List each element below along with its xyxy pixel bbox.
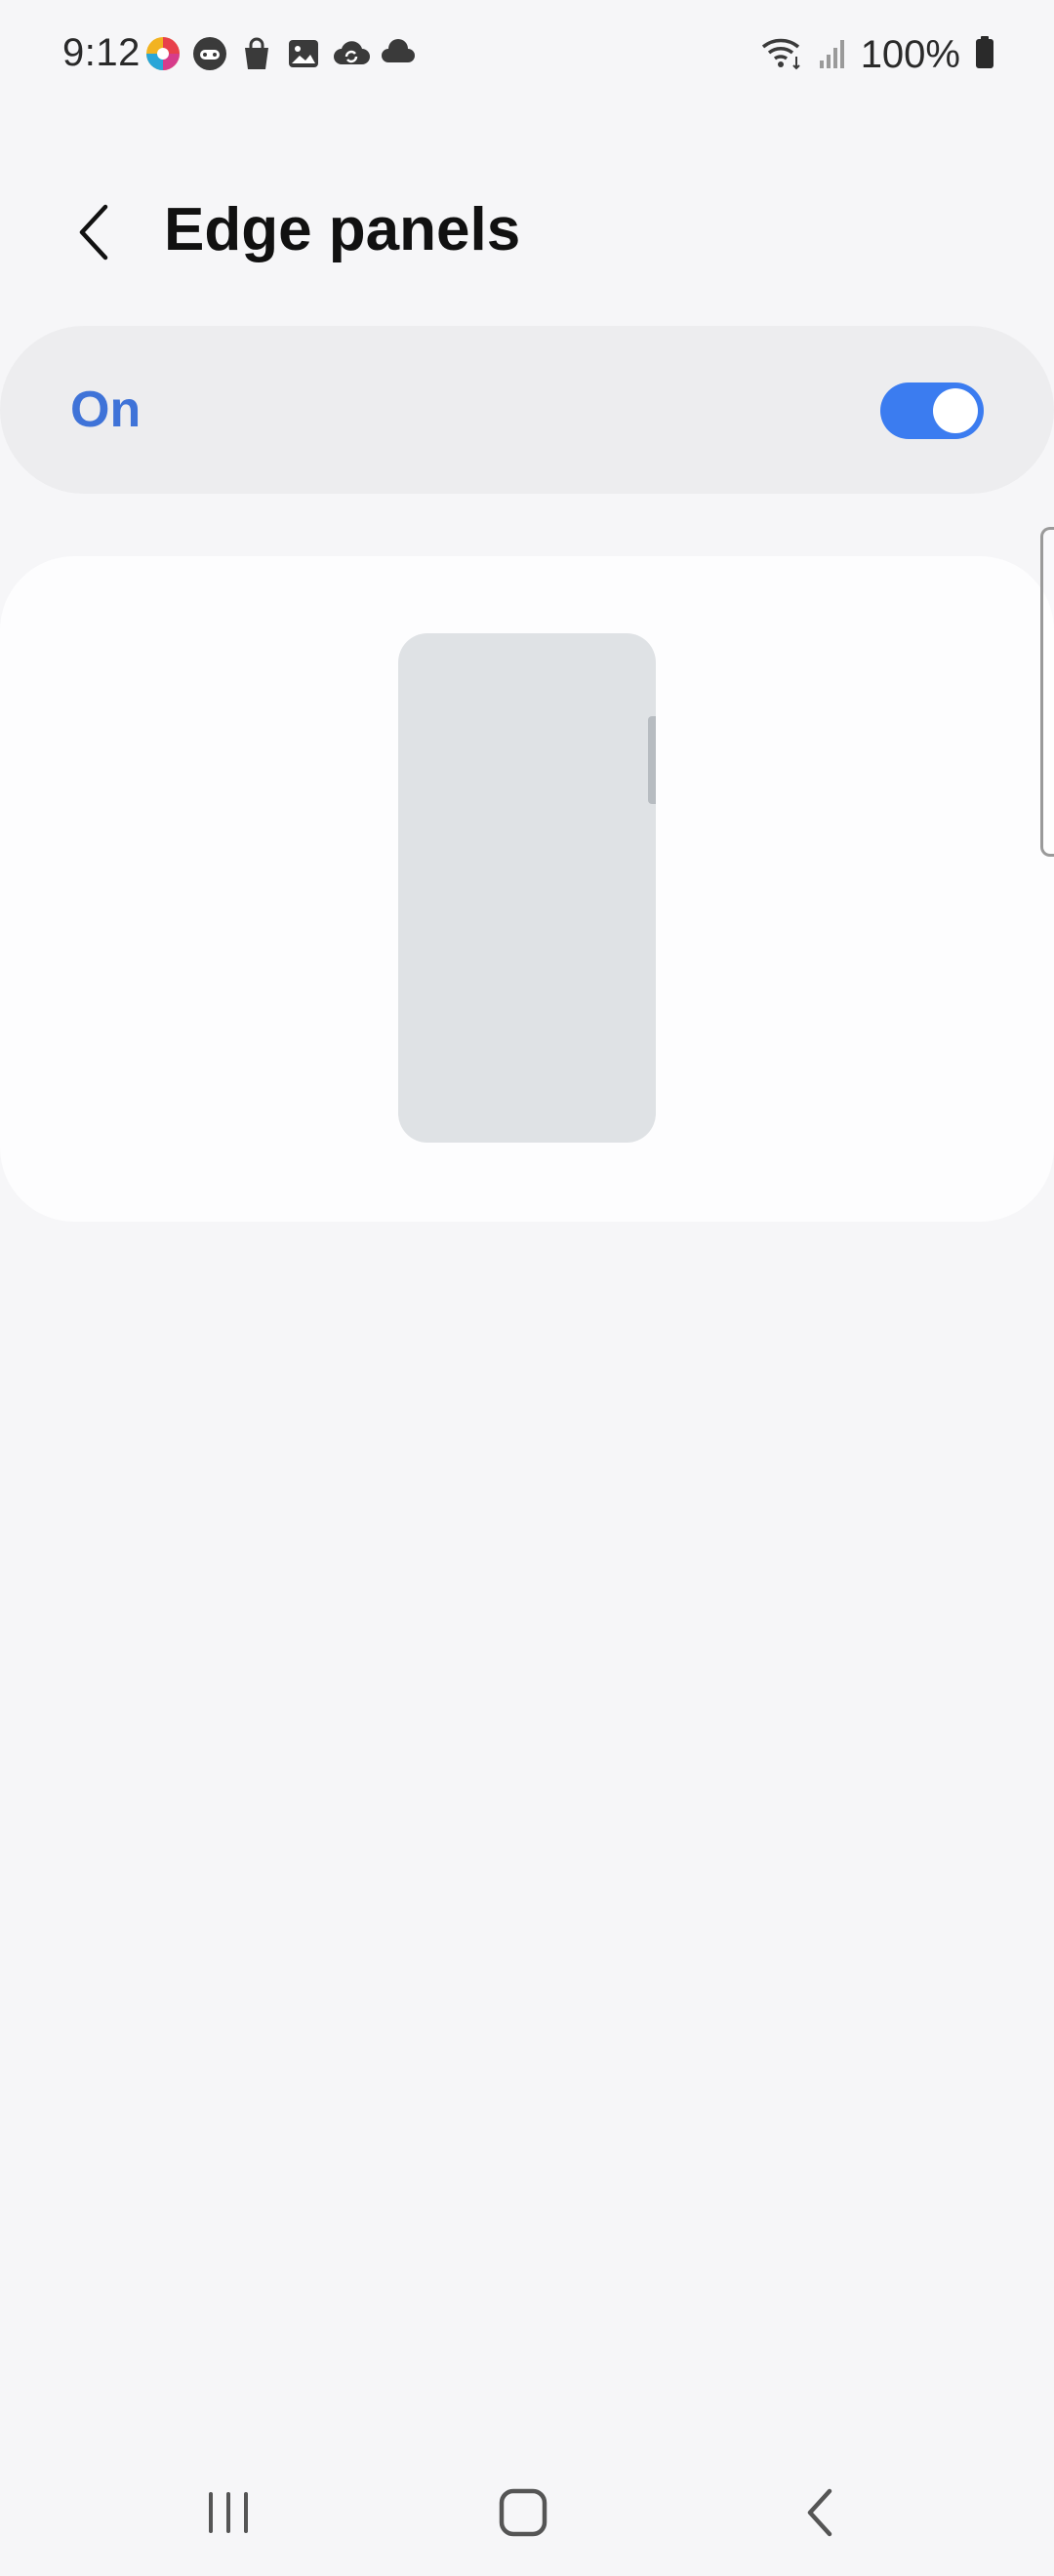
game-launcher-icon [191, 35, 228, 72]
back-icon [807, 2488, 832, 2537]
cloud-icon [379, 35, 416, 72]
edge-panels-toggle[interactable] [880, 382, 984, 439]
phone-preview-illustration [398, 633, 656, 1143]
toggle-knob [933, 388, 978, 433]
switch-label: On [70, 382, 142, 438]
recents-icon [209, 2492, 248, 2533]
status-time: 9:12 [62, 31, 141, 74]
notification-icons [144, 35, 416, 72]
preview-card [0, 556, 1054, 1222]
wifi-icon [761, 33, 804, 77]
battery-percent: 100% [860, 33, 960, 76]
edge-panel-handle[interactable] [1040, 527, 1054, 857]
navigation-bar [0, 2439, 1054, 2576]
home-button[interactable] [484, 2478, 562, 2547]
app-header: Edge panels [0, 166, 1054, 302]
cloud-sync-icon [332, 35, 370, 72]
home-icon [499, 2488, 547, 2537]
nav-back-button[interactable] [781, 2478, 859, 2547]
system-icons: 100% [761, 33, 995, 77]
page-title: Edge panels [164, 196, 521, 263]
signal-icon [818, 35, 847, 75]
status-bar: 9:12 100% [0, 0, 1054, 117]
gallery-icon [285, 35, 322, 72]
recents-button[interactable] [189, 2478, 267, 2547]
shopping-bag-icon [238, 35, 275, 72]
preview-edge-handle [648, 716, 656, 804]
back-button[interactable] [59, 197, 129, 267]
battery-icon [974, 35, 995, 75]
photo-app-icon [144, 35, 182, 72]
chevron-left-icon [79, 204, 108, 261]
master-switch-row[interactable]: On [0, 326, 1054, 494]
